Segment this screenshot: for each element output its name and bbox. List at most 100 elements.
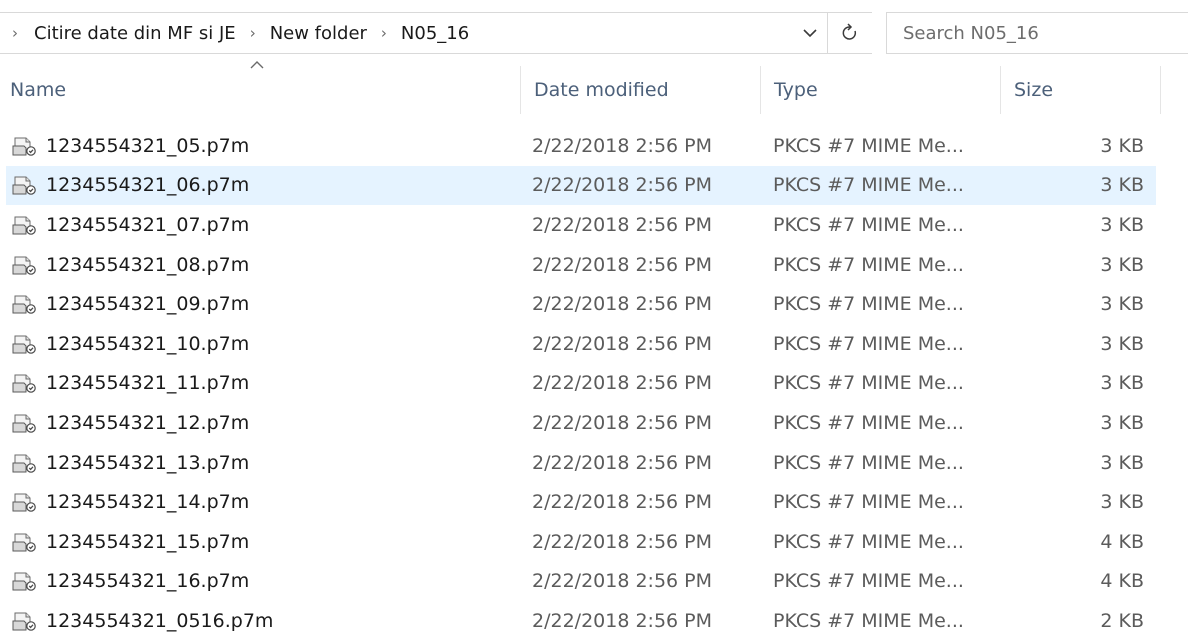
file-size: 4 KB	[1100, 530, 1144, 553]
file-date-modified: 2/22/2018 2:56 PM	[532, 253, 713, 276]
file-name: 1234554321_12.p7m	[46, 411, 250, 434]
file-date-modified: 2/22/2018 2:56 PM	[532, 530, 713, 553]
file-row[interactable]: 1234554321_10.p7m 2/22/2018 2:56 PM PKCS #…	[6, 324, 1156, 364]
file-type: PKCS #7 MIME Me...	[773, 134, 964, 157]
file-row[interactable]: 1234554321_09.p7m 2/22/2018 2:56 PM PKCS #…	[6, 284, 1156, 324]
column-divider[interactable]	[1160, 66, 1161, 114]
file-size: 4 KB	[1100, 570, 1144, 593]
certificate-file-icon	[12, 452, 36, 474]
certificate-file-icon	[12, 293, 36, 315]
file-row[interactable]: 1234554321_07.p7m 2/22/2018 2:56 PM PKCS #…	[6, 205, 1156, 245]
breadcrumb-item-citire[interactable]: Citire date din MF si JE	[30, 23, 240, 44]
file-date-modified: 2/22/2018 2:56 PM	[532, 609, 713, 632]
certificate-file-icon	[12, 491, 36, 513]
file-date-modified: 2/22/2018 2:56 PM	[532, 174, 713, 197]
column-header-name[interactable]: Name	[10, 66, 518, 114]
file-date-modified: 2/22/2018 2:56 PM	[532, 491, 713, 514]
file-name: 1234554321_16.p7m	[46, 570, 250, 593]
file-size: 3 KB	[1100, 213, 1144, 236]
file-row[interactable]: 1234554321_14.p7m 2/22/2018 2:56 PM PKCS #…	[6, 482, 1156, 522]
certificate-file-icon	[12, 135, 36, 157]
chevron-down-icon	[803, 29, 817, 38]
column-header-type[interactable]: Type	[774, 66, 998, 114]
file-name: 1234554321_09.p7m	[46, 293, 250, 316]
file-type: PKCS #7 MIME Me...	[773, 570, 964, 593]
file-name: 1234554321_0516.p7m	[46, 609, 274, 632]
file-type: PKCS #7 MIME Me...	[773, 451, 964, 474]
chevron-right-icon[interactable]: ›	[0, 24, 30, 42]
file-date-modified: 2/22/2018 2:56 PM	[532, 332, 713, 355]
file-date-modified: 2/22/2018 2:56 PM	[532, 570, 713, 593]
column-header-size-label: Size	[1014, 79, 1054, 101]
search-placeholder: Search N05_16	[903, 22, 1039, 44]
file-type: PKCS #7 MIME Me...	[773, 372, 964, 395]
file-date-modified: 2/22/2018 2:56 PM	[532, 451, 713, 474]
file-date-modified: 2/22/2018 2:56 PM	[532, 411, 713, 434]
chevron-right-icon[interactable]: ›	[240, 24, 266, 42]
column-header-name-label: Name	[10, 79, 67, 101]
column-divider[interactable]	[520, 66, 521, 114]
file-size: 3 KB	[1100, 411, 1144, 434]
file-type: PKCS #7 MIME Me...	[773, 213, 964, 236]
file-size: 3 KB	[1100, 293, 1144, 316]
file-type: PKCS #7 MIME Me...	[773, 332, 964, 355]
file-type: PKCS #7 MIME Me...	[773, 293, 964, 316]
file-row[interactable]: 1234554321_08.p7m 2/22/2018 2:56 PM PKCS #…	[6, 245, 1156, 285]
certificate-file-icon	[12, 412, 36, 434]
file-row[interactable]: 1234554321_0516.p7m 2/22/2018 2:56 PM PKCS…	[6, 601, 1156, 641]
file-name: 1234554321_06.p7m	[46, 174, 250, 197]
file-name: 1234554321_07.p7m	[46, 213, 250, 236]
file-type: PKCS #7 MIME Me...	[773, 253, 964, 276]
file-name: 1234554321_14.p7m	[46, 491, 250, 514]
file-size: 3 KB	[1100, 253, 1144, 276]
file-type: PKCS #7 MIME Me...	[773, 609, 964, 632]
file-size: 3 KB	[1100, 491, 1144, 514]
column-header-type-label: Type	[774, 79, 818, 101]
breadcrumb-item-current[interactable]: N05_16	[397, 23, 473, 44]
file-size: 2 KB	[1100, 609, 1144, 632]
column-divider[interactable]	[760, 66, 761, 114]
file-row[interactable]: 1234554321_15.p7m 2/22/2018 2:56 PM PKCS #…	[6, 522, 1156, 562]
file-size: 3 KB	[1100, 134, 1144, 157]
certificate-file-icon	[12, 174, 36, 196]
file-name: 1234554321_11.p7m	[46, 372, 250, 395]
chevron-right-icon[interactable]: ›	[371, 24, 397, 42]
file-row[interactable]: 1234554321_12.p7m 2/22/2018 2:56 PM PKCS #…	[6, 403, 1156, 443]
file-row[interactable]: 1234554321_16.p7m 2/22/2018 2:56 PM PKCS #…	[6, 562, 1156, 602]
file-type: PKCS #7 MIME Me...	[773, 491, 964, 514]
file-size: 3 KB	[1100, 332, 1144, 355]
file-row[interactable]: 1234554321_11.p7m 2/22/2018 2:56 PM PKCS #…	[6, 364, 1156, 404]
file-name: 1234554321_10.p7m	[46, 332, 250, 355]
file-row[interactable]: 1234554321_13.p7m 2/22/2018 2:56 PM PKCS #…	[6, 443, 1156, 483]
file-list[interactable]: 1234554321_05.p7m 2/22/2018 2:56 PM PKCS #…	[6, 126, 1156, 641]
file-name: 1234554321_15.p7m	[46, 530, 250, 553]
certificate-file-icon	[12, 372, 36, 394]
file-date-modified: 2/22/2018 2:56 PM	[532, 134, 713, 157]
certificate-file-icon	[12, 570, 36, 592]
file-date-modified: 2/22/2018 2:56 PM	[532, 293, 713, 316]
column-header-date[interactable]: Date modified	[534, 66, 758, 114]
certificate-file-icon	[12, 531, 36, 553]
refresh-button[interactable]	[827, 13, 872, 53]
column-divider[interactable]	[1000, 66, 1001, 114]
file-date-modified: 2/22/2018 2:56 PM	[532, 213, 713, 236]
refresh-icon	[842, 23, 857, 40]
file-name: 1234554321_13.p7m	[46, 451, 250, 474]
certificate-file-icon	[12, 254, 36, 276]
certificate-file-icon	[12, 214, 36, 236]
file-row[interactable]: 1234554321_05.p7m 2/22/2018 2:56 PM PKCS #…	[6, 126, 1156, 166]
address-bar[interactable]: › Citire date din MF si JE › New folder …	[0, 12, 872, 54]
file-type: PKCS #7 MIME Me...	[773, 411, 964, 434]
file-name: 1234554321_08.p7m	[46, 253, 250, 276]
address-history-dropdown[interactable]	[792, 13, 827, 53]
column-header-date-label: Date modified	[534, 79, 669, 101]
file-size: 3 KB	[1100, 372, 1144, 395]
file-row[interactable]: 1234554321_06.p7m 2/22/2018 2:56 PM PKCS #…	[6, 165, 1156, 206]
file-type: PKCS #7 MIME Me...	[773, 530, 964, 553]
certificate-file-icon	[12, 610, 36, 632]
file-type: PKCS #7 MIME Me...	[773, 174, 964, 197]
column-header-size[interactable]: Size	[1014, 66, 1160, 114]
breadcrumb-item-new-folder[interactable]: New folder	[266, 23, 371, 44]
search-input[interactable]: Search N05_16	[886, 12, 1188, 54]
certificate-file-icon	[12, 333, 36, 355]
